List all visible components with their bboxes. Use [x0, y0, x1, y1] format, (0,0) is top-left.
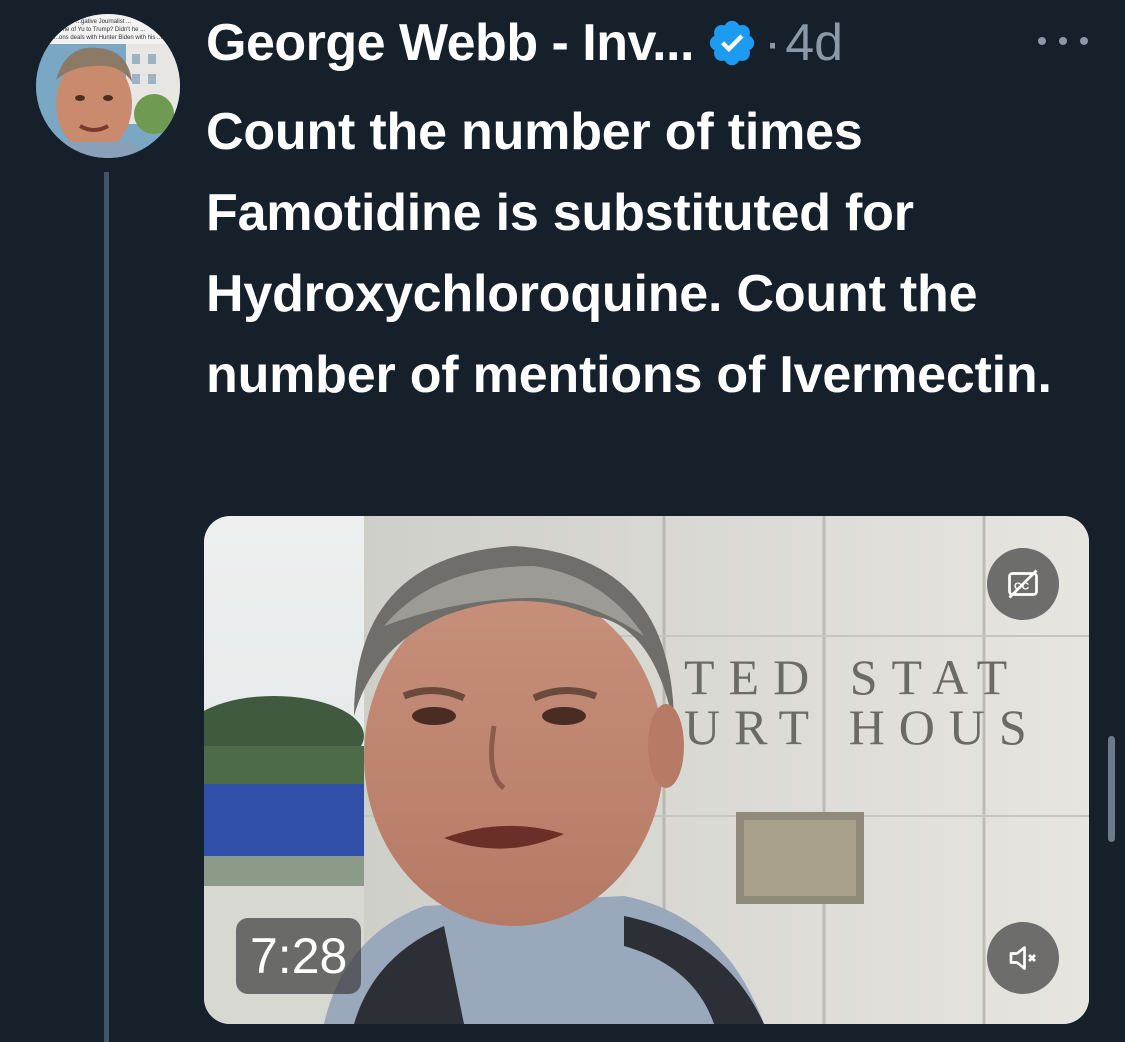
tweet-header: George Webb - Inv... · 4d — [206, 8, 1096, 78]
thread-line — [104, 172, 109, 1042]
volume-muted-icon[interactable] — [987, 922, 1059, 994]
more-options-icon[interactable] — [1038, 26, 1088, 56]
avatar-caption-3: ...ons deals with Hunter Biden with his … — [54, 35, 162, 41]
video-player[interactable]: TED STAT URT HOUS CC — [204, 516, 1089, 1024]
avatar[interactable]: ...gative Journalist ... ...me of Yu to … — [36, 14, 180, 158]
sign-line-2: URT HOUS — [684, 699, 1041, 755]
tweet-text: Count the number of times Famotidine is … — [206, 103, 1052, 404]
tweet[interactable]: ...gative Journalist ... ...me of Yu to … — [0, 0, 1125, 1042]
more-dot — [1080, 37, 1088, 45]
more-dot — [1038, 37, 1046, 45]
sign-line-1: TED STAT — [684, 649, 1021, 705]
avatar-caption-1: ...gative Journalist ... — [76, 19, 131, 25]
timestamp[interactable]: 4d — [785, 13, 843, 73]
scrollbar-thumb[interactable] — [1108, 736, 1115, 842]
author-name[interactable]: George Webb - Inv... — [206, 13, 694, 73]
verified-badge-icon — [709, 20, 755, 66]
more-dot — [1059, 37, 1067, 45]
video-duration: 7:28 — [236, 918, 362, 994]
timestamp-separator: · — [763, 14, 782, 72]
closed-captions-off-icon[interactable]: CC — [987, 548, 1059, 620]
avatar-caption-2: ...me of Yu to Trump? Didn't he ... — [56, 27, 145, 33]
